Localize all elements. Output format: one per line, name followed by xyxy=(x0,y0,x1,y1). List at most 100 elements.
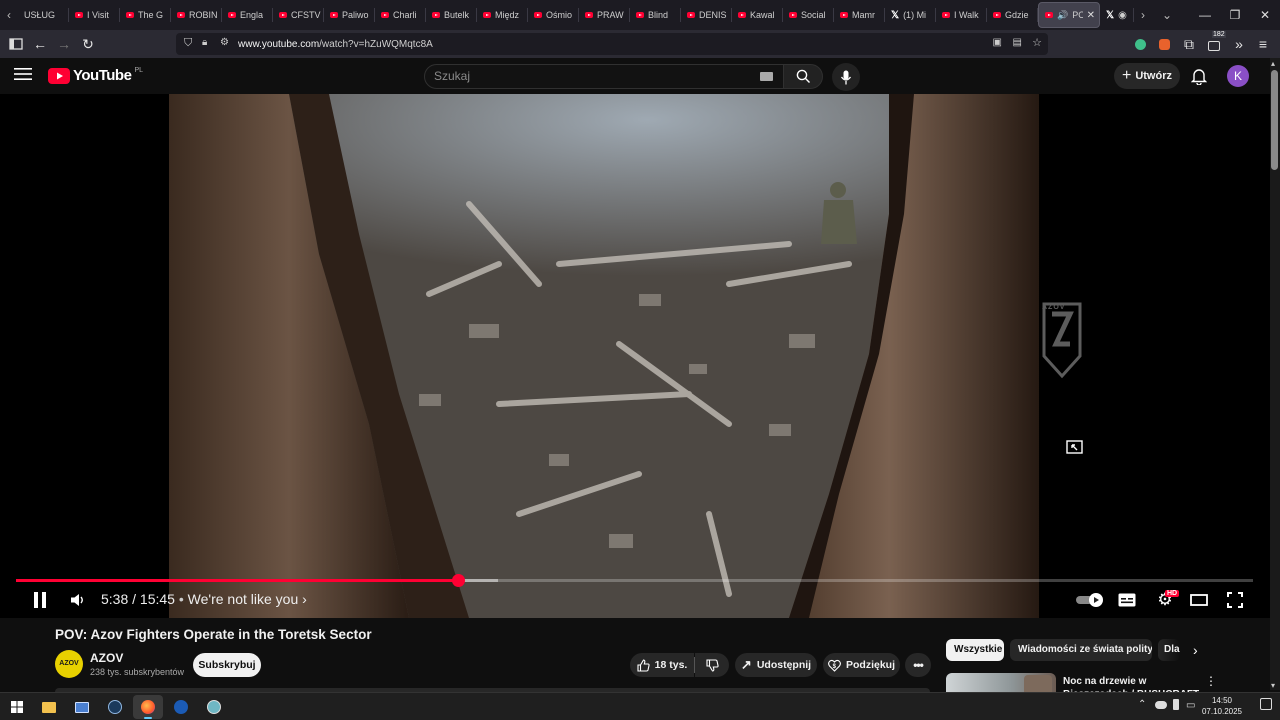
more-actions-button[interactable]: ••• xyxy=(905,653,931,677)
speaker-icon[interactable]: 🔊 xyxy=(1057,10,1068,21)
video-progress-bar[interactable] xyxy=(16,579,1253,582)
lock-icon[interactable]: 🔒︎ xyxy=(202,37,207,48)
recommendation-thumbnail[interactable] xyxy=(946,673,1056,693)
tab-x-partial[interactable]: 𝕏 ◉ xyxy=(1100,0,1134,30)
fullscreen-exit-overlay-icon[interactable] xyxy=(1066,440,1083,459)
extensions-puzzle-icon[interactable]: ⧉ xyxy=(1178,34,1200,54)
browser-tab[interactable]: Ośmio xyxy=(528,0,579,30)
browser-tab[interactable]: Mamr xyxy=(834,0,885,30)
notifications-bell-icon[interactable] xyxy=(1190,67,1208,90)
browser-tab[interactable]: I Visit xyxy=(69,0,120,30)
autoplay-toggle[interactable] xyxy=(1075,588,1105,612)
firefox-taskbar-icon[interactable] xyxy=(133,695,163,719)
channel-name[interactable]: AZOV xyxy=(90,651,123,665)
start-windows-icon[interactable] xyxy=(2,695,32,719)
extensions-counter-icon[interactable]: 182 xyxy=(1203,31,1226,54)
network-app-icon[interactable] xyxy=(199,695,229,719)
vpn-extension-icon[interactable] xyxy=(1129,34,1151,54)
browser-tab[interactable]: I Walk xyxy=(936,0,987,30)
video-player[interactable]: AZOV xyxy=(0,94,1270,618)
app-menu-icon[interactable]: ≡ xyxy=(1252,34,1274,54)
steam-icon[interactable] xyxy=(100,695,130,719)
voice-search-button[interactable] xyxy=(832,63,860,91)
notification-center-icon[interactable] xyxy=(1260,698,1272,710)
forward-button[interactable]: → xyxy=(53,34,75,54)
subtitles-button[interactable] xyxy=(1116,588,1138,612)
like-button[interactable]: 18 tys. xyxy=(630,653,694,677)
tray-chevron-icon[interactable]: ⌃ xyxy=(1138,699,1146,710)
page-scrollbar-thumb[interactable] xyxy=(1271,70,1278,170)
browser-tab[interactable]: Gdzie xyxy=(987,0,1038,30)
fullscreen-button[interactable] xyxy=(1224,588,1246,612)
tab-scroll-left-button[interactable]: ‹ xyxy=(0,0,18,30)
browser-tab[interactable]: 𝕏 (1) Mi xyxy=(885,0,936,30)
reload-button[interactable]: ↻ xyxy=(77,34,99,54)
chapter-chevron-icon[interactable]: › xyxy=(302,591,307,607)
reader-view-icon[interactable]: ▤ xyxy=(1013,37,1022,48)
browser-tab[interactable]: Social xyxy=(783,0,834,30)
browser-tab[interactable]: CFSTV xyxy=(273,0,324,30)
scroll-down-arrow-icon[interactable]: ▾ xyxy=(1271,681,1275,690)
tab-scroll-right-button[interactable]: › xyxy=(1134,0,1152,30)
address-bar[interactable]: ⛉ 🔒︎ ⚙ www.youtube.com/watch?v=hZuWQMqtc… xyxy=(176,33,1048,55)
browser-tab[interactable]: Engla xyxy=(222,0,273,30)
browser-tab[interactable]: Blind xyxy=(630,0,681,30)
browser-tab[interactable]: The G xyxy=(120,0,171,30)
bookmark-star-icon[interactable]: ☆ xyxy=(1032,36,1042,49)
thanks-button[interactable]: $ Podziękuj xyxy=(823,653,900,677)
browser-tab[interactable]: PRAW xyxy=(579,0,630,30)
extension-icon[interactable] xyxy=(1153,34,1175,54)
recommendation-menu-icon[interactable]: ⋮ xyxy=(1205,674,1217,688)
browser-tab[interactable]: Charli xyxy=(375,0,426,30)
share-button[interactable]: ↗ Udostępnij xyxy=(735,653,817,677)
pip-icon[interactable]: ▣ xyxy=(993,37,1002,48)
chapter-title[interactable]: We're not like you xyxy=(188,591,299,607)
restore-button[interactable]: ❐ xyxy=(1220,0,1250,30)
browser-tab[interactable]: USŁUG xyxy=(18,0,69,30)
close-window-button[interactable]: ✕ xyxy=(1250,0,1280,30)
browser-tab[interactable]: Kawal xyxy=(732,0,783,30)
network-icon[interactable]: ▭ xyxy=(1186,700,1195,711)
browser-tab[interactable]: Międz xyxy=(477,0,528,30)
browser-tab[interactable]: ROBIN xyxy=(171,0,222,30)
guide-menu-icon[interactable] xyxy=(14,67,32,86)
browser-tab[interactable]: Paliwo xyxy=(324,0,375,30)
file-explorer-icon[interactable] xyxy=(34,695,64,719)
onedrive-icon[interactable] xyxy=(1155,701,1167,709)
tab-close-icon[interactable]: ✕ xyxy=(1087,10,1095,21)
monitor-app-icon[interactable] xyxy=(67,695,97,719)
permissions-icon[interactable]: ⚙ xyxy=(220,37,229,48)
minimize-button[interactable]: — xyxy=(1190,0,1220,30)
scroll-up-arrow-icon[interactable]: ▴ xyxy=(1271,59,1275,68)
search-button[interactable] xyxy=(783,64,823,89)
chip-all[interactable]: Wszystkie xyxy=(946,639,1004,661)
overflow-chevron-icon[interactable]: » xyxy=(1228,34,1250,54)
browser-tab[interactable]: DENIS xyxy=(681,0,732,30)
tracking-protection-icon[interactable]: ⛉ xyxy=(184,37,192,50)
theater-mode-button[interactable] xyxy=(1188,588,1210,612)
settings-button[interactable]: ⚙ HD xyxy=(1152,588,1180,612)
sidebar-toggle-icon[interactable] xyxy=(5,34,27,54)
create-button[interactable]: + Utwórz xyxy=(1114,63,1180,89)
chip-world-politics[interactable]: Wiadomości ze świata polityki xyxy=(1010,639,1152,661)
dislike-button[interactable] xyxy=(695,653,729,677)
volume-button[interactable] xyxy=(67,588,89,612)
keyboard-icon[interactable] xyxy=(760,72,773,81)
youtube-logo[interactable]: YouTube PL xyxy=(48,67,143,84)
search-input[interactable]: Szukaj xyxy=(424,64,784,89)
pause-button[interactable] xyxy=(29,588,51,612)
list-all-tabs-button[interactable]: ⌄ xyxy=(1158,0,1176,30)
subscribe-button[interactable]: Subskrybuj xyxy=(193,653,261,677)
back-button[interactable]: ← xyxy=(29,34,51,54)
chips-next-chevron-icon[interactable]: › xyxy=(1193,642,1198,658)
video-frame[interactable] xyxy=(169,94,1039,618)
taskbar-clock[interactable]: 14:50 07.10.2025 xyxy=(1200,695,1244,717)
usb-icon[interactable] xyxy=(1173,699,1179,710)
recommendation-title[interactable]: Noc na drzewie w Bieszczadach / BUSHCRAF… xyxy=(1063,675,1203,692)
steam-alt-icon[interactable] xyxy=(166,695,196,719)
channel-avatar[interactable]: AZOV xyxy=(55,650,83,678)
chip-for-you-partial[interactable]: Dla xyxy=(1158,639,1180,661)
tab-active[interactable]: 🔊 POV ✕ xyxy=(1038,2,1100,28)
account-avatar[interactable]: K xyxy=(1227,65,1249,87)
browser-tab[interactable]: Butelk xyxy=(426,0,477,30)
